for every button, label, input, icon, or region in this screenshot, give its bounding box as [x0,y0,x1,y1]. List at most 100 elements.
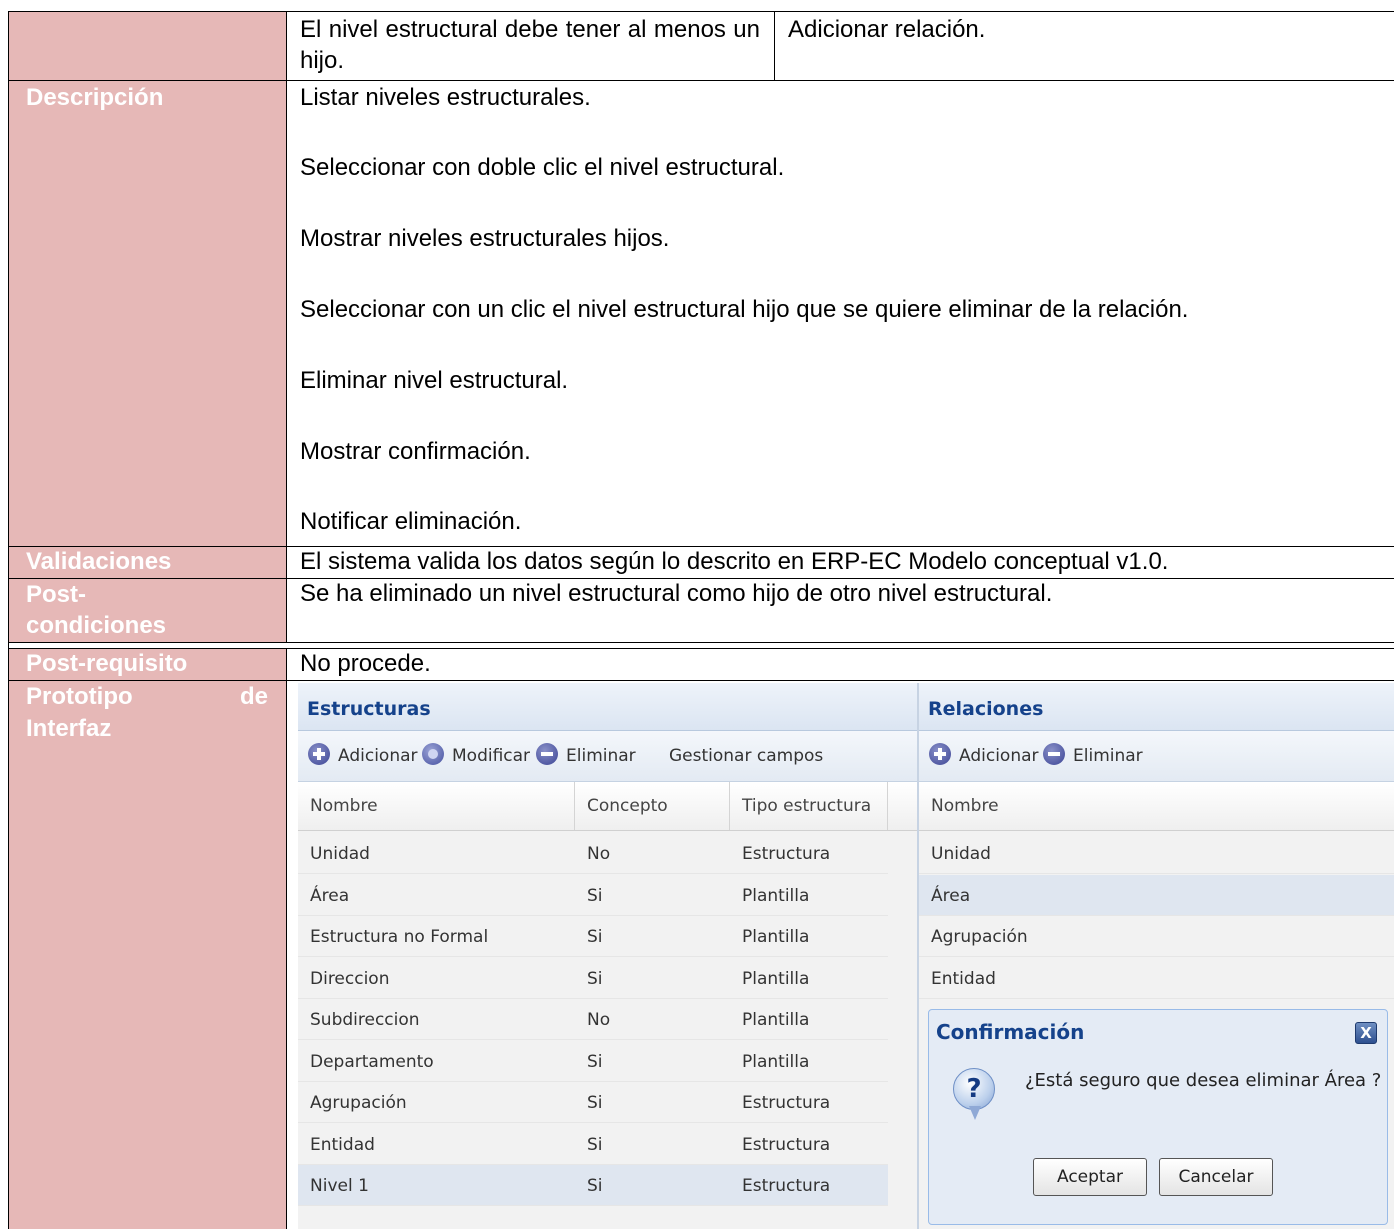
cell-nombre: Unidad [931,844,991,864]
descripcion-step: Seleccionar con doble clic el nivel estr… [300,154,785,181]
table-row[interactable]: Estructura no Formal Si Plantilla [298,916,888,957]
cell-concepto: Si [587,968,603,989]
cell-nombre: Estructura no Formal [310,927,489,947]
relaciones-add-label: Adicionar [959,746,1039,766]
table-row[interactable]: Subdireccion No Plantilla [298,999,888,1040]
table-row[interactable]: Departamento Si Plantilla [298,1041,888,1082]
column-header-concepto[interactable]: Concepto [575,782,730,830]
cell-nombre: Direccion [310,968,390,989]
relaciones-delete-button[interactable]: Eliminar [1043,741,1143,771]
table-row[interactable]: Direccion Si Plantilla [298,958,888,999]
validaciones-label-text: Validaciones [26,548,172,575]
cell-tipo-estructura: Estructura [742,1093,831,1113]
post-condiciones-label-line2: condiciones [26,612,167,639]
add-icon [929,743,951,765]
cell-nombre: Área [310,885,350,906]
validaciones-text: El sistema valida los datos según lo des… [300,548,1169,575]
estructuras-grid-header: Nombre Concepto Tipo estructura [298,782,917,831]
relaciones-delete-label: Eliminar [1073,746,1143,766]
table-row[interactable]: Entidad Si Estructura [298,1124,888,1165]
cell-nombre: Área [931,885,971,906]
manage-fields-label: Gestionar campos [669,746,824,766]
estructuras-add-label: Adicionar [338,746,418,766]
validaciones-label: Validaciones [8,547,287,578]
post-condiciones-text: Se ha eliminado un nivel estructural com… [300,580,1053,607]
cancel-button[interactable]: Cancelar [1159,1158,1273,1196]
table-row[interactable]: Área Si Plantilla [298,875,888,916]
estructuras-toolbar: Adicionar Modificar Eliminar Gestionar c… [298,731,917,782]
cell-concepto: Si [587,1134,603,1155]
estructuras-title: Estructuras [298,683,917,731]
cell-tipo-estructura: Estructura [742,1176,831,1196]
cell-tipo-estructura: Plantilla [742,885,810,906]
cell-concepto: No [587,1010,611,1030]
table-row[interactable]: Unidad No Estructura [298,833,888,874]
rule [8,11,1394,12]
descripcion-step: Mostrar niveles estructurales hijos. [300,225,670,252]
cell-concepto: Si [587,927,603,947]
descripcion-label: Descripción [8,81,287,546]
prototipo-label: Prototipo de Interfaz [8,681,287,1229]
column-header-nombre[interactable]: Nombre [919,782,1394,830]
estructuras-delete-button[interactable]: Eliminar [536,741,636,771]
rule [8,546,1394,547]
relaciones-toolbar: Adicionar Eliminar [919,731,1394,782]
rule [8,648,1394,649]
add-icon [308,743,330,765]
relaciones-add-button[interactable]: Adicionar [929,741,1039,771]
cell-tipo-estructura: Plantilla [742,927,810,947]
list-item[interactable]: Área [919,874,1394,916]
cell-tipo-estructura: Plantilla [742,1051,810,1072]
cell-nombre: Unidad [310,844,370,864]
descripcion-step: Notificar eliminación. [300,508,522,535]
cell-concepto: Si [587,1093,603,1113]
descripcion-step: Eliminar nivel estructural. [300,367,569,394]
modify-icon [422,743,444,765]
cell-nombre: Agrupación [310,1093,407,1113]
table-row[interactable]: Nivel 1 Si Estructura [298,1165,888,1206]
prototipo-label-de: de [239,683,268,710]
cell-concepto: No [587,844,611,864]
list-item[interactable]: Entidad [919,958,1394,999]
post-condiciones-label: Post- condiciones [8,579,287,642]
close-icon[interactable]: X [1355,1022,1377,1044]
top-row-cell: El nivel estructural debe tener al menos… [288,12,1394,80]
top-row-right-text: Adicionar relación. [788,16,986,43]
descripcion-step: Mostrar confirmación. [300,438,531,465]
list-item[interactable]: Unidad [919,833,1394,874]
post-requisito-text: No procede. [300,650,431,677]
manage-fields-button[interactable]: Gestionar campos [669,741,823,771]
cell-tipo-estructura: Plantilla [742,968,810,989]
empty-label-cell [8,12,287,80]
table-row[interactable]: Agrupación Si Estructura [298,1082,888,1123]
accept-button[interactable]: Aceptar [1033,1158,1147,1196]
column-header-tipo-estructura[interactable]: Tipo estructura [730,782,888,830]
cell-nombre: Agrupación [931,927,1028,947]
delete-icon [536,743,558,765]
estructuras-delete-label: Eliminar [566,746,636,766]
confirm-dialog: Confirmación X ? ¿Está seguro que desea … [928,1009,1388,1225]
cell-nombre: Departamento [310,1051,434,1072]
cell-tipo-estructura: Estructura [742,1134,831,1155]
column-header-nombre[interactable]: Nombre [298,782,575,830]
cell-concepto: Si [587,1051,603,1072]
estructuras-modify-button[interactable]: Modificar [422,741,530,771]
cell-nombre: Subdireccion [310,1010,420,1030]
descripcion-step: Seleccionar con un clic el nivel estruct… [300,296,1189,323]
delete-icon [1043,743,1065,765]
top-row-left-text: El nivel estructural debe tener al menos… [300,16,760,74]
question-icon: ? [953,1068,995,1110]
top-row-divider [774,12,775,80]
rule [8,680,1394,681]
cell-concepto: Si [587,885,603,906]
cell-tipo-estructura: Plantilla [742,1010,810,1030]
cell-tipo-estructura: Estructura [742,844,831,864]
estructuras-add-button[interactable]: Adicionar [308,741,418,771]
estructuras-modify-label: Modificar [452,746,531,766]
list-item[interactable]: Agrupación [919,916,1394,957]
rule [8,80,1394,81]
post-requisito-label: Post-requisito [8,649,287,680]
cell-nombre: Nivel 1 [310,1176,369,1196]
relaciones-grid-header: Nombre [919,782,1394,831]
descripcion-label-text: Descripción [26,84,164,111]
